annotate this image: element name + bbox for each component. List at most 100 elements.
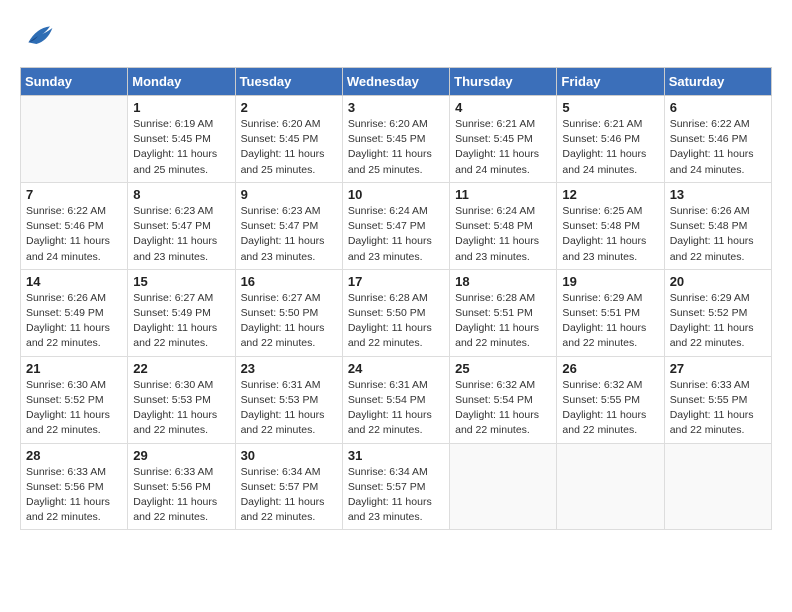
day-info: Sunrise: 6:33 AMSunset: 5:55 PMDaylight:… [670, 378, 766, 439]
day-number: 16 [241, 274, 337, 289]
day-info: Sunrise: 6:26 AMSunset: 5:49 PMDaylight:… [26, 291, 122, 352]
day-info: Sunrise: 6:31 AMSunset: 5:54 PMDaylight:… [348, 378, 444, 439]
calendar-week-row: 1 Sunrise: 6:19 AMSunset: 5:45 PMDaylight… [21, 96, 772, 183]
day-number: 28 [26, 448, 122, 463]
day-info: Sunrise: 6:30 AMSunset: 5:53 PMDaylight:… [133, 378, 229, 439]
calendar-cell: 1 Sunrise: 6:19 AMSunset: 5:45 PMDaylight… [128, 96, 235, 183]
day-number: 14 [26, 274, 122, 289]
day-info: Sunrise: 6:19 AMSunset: 5:45 PMDaylight:… [133, 117, 229, 178]
day-info: Sunrise: 6:24 AMSunset: 5:48 PMDaylight:… [455, 204, 551, 265]
day-info: Sunrise: 6:26 AMSunset: 5:48 PMDaylight:… [670, 204, 766, 265]
day-info: Sunrise: 6:34 AMSunset: 5:57 PMDaylight:… [241, 465, 337, 526]
calendar-cell: 25 Sunrise: 6:32 AMSunset: 5:54 PMDayligh… [450, 356, 557, 443]
day-info: Sunrise: 6:29 AMSunset: 5:52 PMDaylight:… [670, 291, 766, 352]
day-number: 5 [562, 100, 658, 115]
day-info: Sunrise: 6:32 AMSunset: 5:54 PMDaylight:… [455, 378, 551, 439]
calendar-cell: 7Sunrise: 6:22 AMSunset: 5:46 PMDaylight… [21, 182, 128, 269]
calendar-cell: 15 Sunrise: 6:27 AMSunset: 5:49 PMDayligh… [128, 269, 235, 356]
calendar-header-row: SundayMondayTuesdayWednesdayThursdayFrid… [21, 68, 772, 96]
day-number: 20 [670, 274, 766, 289]
page-header [20, 20, 772, 57]
day-number: 9 [241, 187, 337, 202]
day-number: 30 [241, 448, 337, 463]
calendar-cell: 11 Sunrise: 6:24 AMSunset: 5:48 PMDayligh… [450, 182, 557, 269]
calendar-cell: 22Sunrise: 6:30 AMSunset: 5:53 PMDayligh… [128, 356, 235, 443]
calendar-cell [557, 443, 664, 530]
weekday-header: Thursday [450, 68, 557, 96]
calendar-cell: 24 Sunrise: 6:31 AMSunset: 5:54 PMDayligh… [342, 356, 449, 443]
calendar-cell: 18 Sunrise: 6:28 AMSunset: 5:51 PMDayligh… [450, 269, 557, 356]
calendar-cell [664, 443, 771, 530]
day-number: 18 [455, 274, 551, 289]
calendar-cell: 16Sunrise: 6:27 AMSunset: 5:50 PMDayligh… [235, 269, 342, 356]
day-info: Sunrise: 6:33 AMSunset: 5:56 PMDaylight:… [26, 465, 122, 526]
day-info: Sunrise: 6:31 AMSunset: 5:53 PMDaylight:… [241, 378, 337, 439]
day-info: Sunrise: 6:25 AMSunset: 5:48 PMDaylight:… [562, 204, 658, 265]
calendar-cell: 9 Sunrise: 6:23 AMSunset: 5:47 PMDaylight… [235, 182, 342, 269]
calendar-cell: 3 Sunrise: 6:20 AMSunset: 5:45 PMDaylight… [342, 96, 449, 183]
day-info: Sunrise: 6:33 AMSunset: 5:56 PMDaylight:… [133, 465, 229, 526]
calendar-cell: 27 Sunrise: 6:33 AMSunset: 5:55 PMDayligh… [664, 356, 771, 443]
logo [20, 20, 54, 57]
calendar-cell: 28 Sunrise: 6:33 AMSunset: 5:56 PMDayligh… [21, 443, 128, 530]
calendar-cell: 29 Sunrise: 6:33 AMSunset: 5:56 PMDayligh… [128, 443, 235, 530]
calendar-cell: 30 Sunrise: 6:34 AMSunset: 5:57 PMDayligh… [235, 443, 342, 530]
day-info: Sunrise: 6:22 AMSunset: 5:46 PMDaylight:… [670, 117, 766, 178]
calendar-cell: 12Sunrise: 6:25 AMSunset: 5:48 PMDayligh… [557, 182, 664, 269]
day-number: 4 [455, 100, 551, 115]
calendar-cell: 31Sunrise: 6:34 AMSunset: 5:57 PMDayligh… [342, 443, 449, 530]
day-number: 6 [670, 100, 766, 115]
day-number: 15 [133, 274, 229, 289]
day-number: 3 [348, 100, 444, 115]
day-info: Sunrise: 6:29 AMSunset: 5:51 PMDaylight:… [562, 291, 658, 352]
day-info: Sunrise: 6:34 AMSunset: 5:57 PMDaylight:… [348, 465, 444, 526]
day-number: 8 [133, 187, 229, 202]
calendar-cell: 26 Sunrise: 6:32 AMSunset: 5:55 PMDayligh… [557, 356, 664, 443]
day-info: Sunrise: 6:21 AMSunset: 5:46 PMDaylight:… [562, 117, 658, 178]
day-number: 19 [562, 274, 658, 289]
day-info: Sunrise: 6:30 AMSunset: 5:52 PMDaylight:… [26, 378, 122, 439]
day-info: Sunrise: 6:27 AMSunset: 5:49 PMDaylight:… [133, 291, 229, 352]
day-number: 23 [241, 361, 337, 376]
weekday-header: Monday [128, 68, 235, 96]
day-number: 10 [348, 187, 444, 202]
calendar-week-row: 7Sunrise: 6:22 AMSunset: 5:46 PMDaylight… [21, 182, 772, 269]
calendar-cell [450, 443, 557, 530]
weekday-header: Tuesday [235, 68, 342, 96]
calendar-cell: 6 Sunrise: 6:22 AMSunset: 5:46 PMDaylight… [664, 96, 771, 183]
calendar-cell: 19 Sunrise: 6:29 AMSunset: 5:51 PMDayligh… [557, 269, 664, 356]
calendar-week-row: 28 Sunrise: 6:33 AMSunset: 5:56 PMDayligh… [21, 443, 772, 530]
weekday-header: Wednesday [342, 68, 449, 96]
day-number: 24 [348, 361, 444, 376]
day-number: 11 [455, 187, 551, 202]
day-info: Sunrise: 6:20 AMSunset: 5:45 PMDaylight:… [241, 117, 337, 178]
day-info: Sunrise: 6:20 AMSunset: 5:45 PMDaylight:… [348, 117, 444, 178]
day-info: Sunrise: 6:28 AMSunset: 5:51 PMDaylight:… [455, 291, 551, 352]
calendar-week-row: 21 Sunrise: 6:30 AMSunset: 5:52 PMDayligh… [21, 356, 772, 443]
day-number: 27 [670, 361, 766, 376]
day-number: 17 [348, 274, 444, 289]
weekday-header: Saturday [664, 68, 771, 96]
calendar-cell [21, 96, 128, 183]
day-number: 29 [133, 448, 229, 463]
day-number: 13 [670, 187, 766, 202]
day-info: Sunrise: 6:23 AMSunset: 5:47 PMDaylight:… [241, 204, 337, 265]
day-info: Sunrise: 6:21 AMSunset: 5:45 PMDaylight:… [455, 117, 551, 178]
calendar-cell: 23 Sunrise: 6:31 AMSunset: 5:53 PMDayligh… [235, 356, 342, 443]
calendar-cell: 20 Sunrise: 6:29 AMSunset: 5:52 PMDayligh… [664, 269, 771, 356]
day-number: 2 [241, 100, 337, 115]
weekday-header: Friday [557, 68, 664, 96]
calendar-cell: 14 Sunrise: 6:26 AMSunset: 5:49 PMDayligh… [21, 269, 128, 356]
day-number: 26 [562, 361, 658, 376]
day-number: 25 [455, 361, 551, 376]
calendar-cell: 5 Sunrise: 6:21 AMSunset: 5:46 PMDaylight… [557, 96, 664, 183]
calendar-table: SundayMondayTuesdayWednesdayThursdayFrid… [20, 67, 772, 530]
calendar-cell: 2 Sunrise: 6:20 AMSunset: 5:45 PMDaylight… [235, 96, 342, 183]
day-info: Sunrise: 6:32 AMSunset: 5:55 PMDaylight:… [562, 378, 658, 439]
day-number: 1 [133, 100, 229, 115]
calendar-cell: 10Sunrise: 6:24 AMSunset: 5:47 PMDayligh… [342, 182, 449, 269]
day-info: Sunrise: 6:22 AMSunset: 5:46 PMDaylight:… [26, 204, 122, 265]
weekday-header: Sunday [21, 68, 128, 96]
day-number: 21 [26, 361, 122, 376]
calendar-cell: 13 Sunrise: 6:26 AMSunset: 5:48 PMDayligh… [664, 182, 771, 269]
